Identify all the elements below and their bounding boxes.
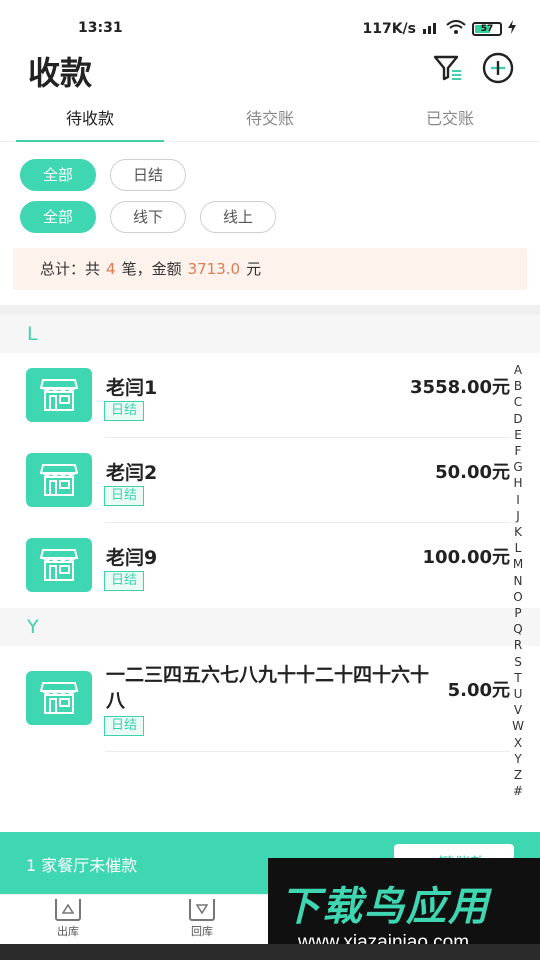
index-letter[interactable]: J xyxy=(516,508,520,524)
settlement-tag: 日结 xyxy=(104,716,145,736)
settlement-tag: 日结 xyxy=(104,401,145,421)
chip-daily-settlement[interactable]: 日结 xyxy=(110,159,186,191)
tab-handed-over[interactable]: 已交账 xyxy=(360,98,540,141)
restaurant-name: 老闫2 xyxy=(106,462,158,484)
outbound-icon xyxy=(55,899,81,921)
summary-prefix: 总计：共 xyxy=(40,260,101,278)
index-letter[interactable]: H xyxy=(513,475,522,491)
index-letter[interactable]: O xyxy=(513,589,522,605)
return-icon xyxy=(189,899,215,921)
shop-icon xyxy=(26,368,92,422)
settlement-filter-row: 全部 日结 xyxy=(20,159,186,191)
chip-all-channel[interactable]: 全部 xyxy=(20,201,96,233)
index-letter[interactable]: X xyxy=(514,735,522,751)
index-letter[interactable]: Q xyxy=(513,621,522,637)
shop-icon xyxy=(26,538,92,592)
list-item[interactable]: 老闫1 日结 3558.00元 xyxy=(0,353,510,438)
index-letter[interactable]: A xyxy=(514,362,522,378)
restaurant-name: 一二三四五六七八九十十二十四十六十八 xyxy=(106,664,430,712)
index-letter[interactable]: # xyxy=(513,783,523,799)
settlement-tag: 日结 xyxy=(104,486,145,506)
battery-icon: 57 xyxy=(472,22,502,36)
index-letter[interactable]: Z xyxy=(514,767,522,783)
index-letter[interactable]: Y xyxy=(514,751,521,767)
index-letter[interactable]: W xyxy=(512,718,524,734)
item-amount: 3558.00元 xyxy=(410,377,510,398)
shop-icon xyxy=(26,671,92,725)
chip-all-settlement[interactable]: 全部 xyxy=(20,159,96,191)
index-letter[interactable]: R xyxy=(514,637,522,653)
section-header-l: L xyxy=(0,315,540,353)
alphabet-index[interactable]: A B C D E F G H I J K L M N O P Q R S T U V W X Y Z # xyxy=(510,362,526,799)
status-indicators: 117K/s 57 xyxy=(362,20,516,38)
index-letter[interactable]: L xyxy=(515,540,522,556)
index-letter[interactable]: P xyxy=(514,605,521,621)
list-item[interactable]: 老闫2 日结 50.00元 xyxy=(0,438,510,523)
banner-text: 1 家餐厅未催款 xyxy=(26,856,138,875)
system-nav-bar xyxy=(0,944,540,960)
status-time: 13:31 xyxy=(78,20,123,36)
summary-suffix: 元 xyxy=(246,260,262,278)
filter-button[interactable] xyxy=(430,52,466,88)
tab-bar: 待收款 待交账 已交账 xyxy=(0,98,540,142)
summary-bar: 总计：共 4 笔，金额 3713.0 元 xyxy=(13,248,527,290)
restaurant-name: 老闫9 xyxy=(106,547,158,569)
item-amount: 5.00元 xyxy=(447,680,510,701)
index-letter[interactable]: G xyxy=(513,459,522,475)
plus-circle-icon xyxy=(482,52,514,88)
index-letter[interactable]: N xyxy=(514,573,523,589)
index-letter[interactable]: I xyxy=(516,492,520,508)
nav-item-outbound[interactable]: 出库 xyxy=(28,899,108,939)
section-header-y: Y xyxy=(0,608,540,646)
nav-item-return[interactable]: 回库 xyxy=(162,899,242,939)
add-button[interactable] xyxy=(480,52,516,88)
index-letter[interactable]: M xyxy=(513,556,523,572)
chip-online[interactable]: 线上 xyxy=(200,201,276,233)
settlement-tag: 日结 xyxy=(104,571,145,591)
wifi-icon xyxy=(446,20,466,38)
network-speed: 117K/s xyxy=(362,21,416,37)
signal-icon xyxy=(422,20,440,38)
summary-mid: 笔，金额 xyxy=(121,260,182,278)
index-letter[interactable]: V xyxy=(514,702,522,718)
item-amount: 100.00元 xyxy=(422,547,510,568)
status-bar: 13:31 117K/s 57 xyxy=(0,0,540,40)
list-item[interactable]: 一二三四五六七八九十十二十四十六十八 日结 5.00元 xyxy=(0,646,510,752)
tab-pending-receipt[interactable]: 待收款 xyxy=(0,98,180,142)
index-letter[interactable]: C xyxy=(514,394,522,410)
restaurant-name: 老闫1 xyxy=(106,377,158,399)
index-letter[interactable]: T xyxy=(514,670,521,686)
index-letter[interactable]: B xyxy=(514,378,522,394)
watermark-title: 下载鸟应用 xyxy=(280,884,490,930)
page-title: 收款 xyxy=(28,54,93,92)
summary-count: 4 xyxy=(106,260,116,278)
row-divider xyxy=(105,751,510,752)
item-amount: 50.00元 xyxy=(435,462,510,483)
chip-offline[interactable]: 线下 xyxy=(110,201,186,233)
summary-amount: 3713.0 xyxy=(187,260,241,278)
index-letter[interactable]: K xyxy=(514,524,522,540)
index-letter[interactable]: D xyxy=(513,411,522,427)
section-divider xyxy=(0,305,540,315)
nav-label: 出库 xyxy=(57,925,79,938)
shop-icon xyxy=(26,453,92,507)
index-letter[interactable]: U xyxy=(514,686,523,702)
battery-level: 57 xyxy=(480,24,494,34)
index-letter[interactable]: E xyxy=(514,427,522,443)
index-letter[interactable]: F xyxy=(515,443,522,459)
list-item[interactable]: 老闫9 日结 100.00元 xyxy=(0,523,510,608)
filter-icon xyxy=(433,55,463,85)
charging-icon xyxy=(508,20,516,38)
channel-filter-row: 全部 线下 线上 xyxy=(20,201,276,233)
tab-pending-handover[interactable]: 待交账 xyxy=(180,98,360,141)
nav-label: 回库 xyxy=(191,925,213,938)
index-letter[interactable]: S xyxy=(514,654,522,670)
